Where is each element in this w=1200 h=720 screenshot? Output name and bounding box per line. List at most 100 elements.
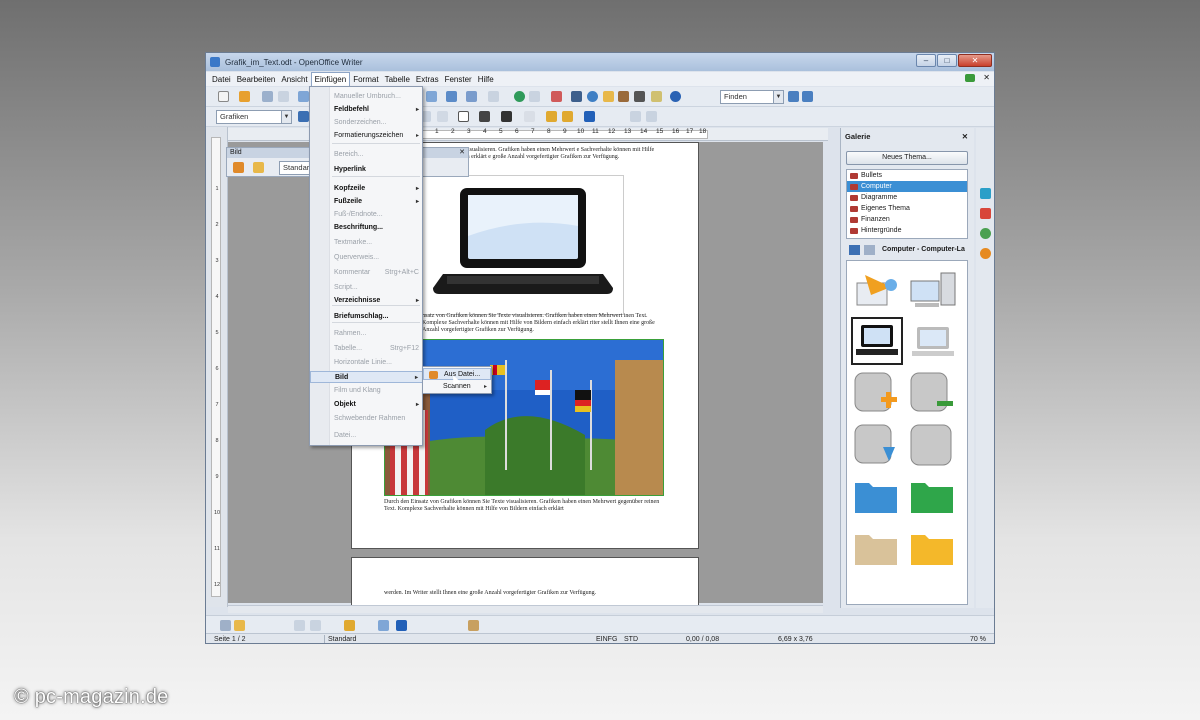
menu-hilfe[interactable]: Hilfe [475,73,497,86]
paragraph[interactable]: nsatz von Grafiken können Sie Texte visu… [422,313,662,334]
zoom-icon[interactable] [651,91,662,102]
ellipse-icon[interactable] [310,620,321,631]
paragraph[interactable]: Durch den Einsatz von Grafiken können Si… [384,499,664,513]
find-previous-icon[interactable] [802,91,813,102]
gallery-item-database-remove-icon[interactable] [907,369,959,417]
menu-item-objekt[interactable]: Objekt ▸ [310,399,423,411]
anchor-icon[interactable] [584,111,595,122]
chevron-down-icon[interactable]: ▼ [773,91,783,103]
gallery-deck-icon[interactable] [980,228,991,239]
theme-item[interactable]: Diagramme [847,192,967,203]
close-button[interactable]: ✕ [958,54,992,67]
extrusion-icon[interactable] [468,620,479,631]
menu-ansicht[interactable]: Ansicht [278,73,310,86]
edit-file-icon[interactable] [298,91,309,102]
save-icon[interactable] [262,91,273,102]
menu-datei[interactable]: Datei [209,73,234,86]
menu-bearbeiten[interactable]: Bearbeiten [234,73,279,86]
graphic-filter-icon[interactable] [233,162,244,173]
gallery-item-database-icon[interactable] [907,421,959,469]
table-icon[interactable] [529,91,540,102]
menu-extras[interactable]: Extras [413,73,442,86]
navigator-deck-icon[interactable] [980,248,991,259]
selection-mode[interactable]: STD [624,634,638,643]
gallery-item-blue-folder-icon[interactable] [851,473,903,521]
anchor-icon[interactable] [396,620,407,631]
chevron-down-icon[interactable]: ▼ [281,111,291,123]
properties-icon[interactable] [980,188,991,199]
laptop-image[interactable] [422,175,624,315]
navigator-icon[interactable] [587,91,598,102]
theme-item-selected[interactable]: Computer [847,181,967,192]
gallery-item-network-icon[interactable] [851,265,903,313]
close-icon[interactable]: ✕ [459,148,465,158]
minimize-button[interactable]: – [916,54,936,67]
menu-item-beschriftung[interactable]: Beschriftung... [310,222,423,234]
email-icon[interactable] [278,91,289,102]
gallery-item-laptop-black-icon[interactable] [851,317,903,365]
gallery-item-database-add-icon[interactable] [851,369,903,417]
gallery-item-yellow-folder-icon[interactable] [907,525,959,573]
line-icon[interactable] [234,620,245,631]
find-replace-icon[interactable] [571,91,582,102]
menu-tabelle[interactable]: Tabelle [382,73,413,86]
paragraph[interactable]: werden. Im Writer stellt Ihnen eine groß… [384,590,664,597]
close-icon[interactable]: ✕ [962,128,968,146]
gallery-item-green-folder-icon[interactable] [907,473,959,521]
help-icon[interactable] [670,91,681,102]
text-icon[interactable] [344,620,355,631]
borders-icon[interactable] [458,111,469,122]
page-style[interactable]: Standard [328,634,356,643]
insert-mode[interactable]: EINFG [596,634,617,643]
menu-item-hyperlink[interactable]: Hyperlink [310,164,423,176]
menu-item-kopfzeile[interactable]: Kopfzeile ▸ [310,183,423,195]
link-frames-icon[interactable] [630,111,641,122]
menu-einfuegen[interactable]: Einfügen [310,72,351,86]
zoom-level[interactable]: 70 % [970,634,986,643]
page-2[interactable]: werden. Im Writer stellt Ihnen eine groß… [351,557,699,607]
menu-item-fußzeile[interactable]: Fußzeile ▸ [310,196,423,208]
show-draw-functions-icon[interactable] [551,91,562,102]
theme-item[interactable]: Hintergründe [847,225,967,236]
gallery-item-beige-folder-icon[interactable] [851,525,903,573]
select-icon[interactable] [220,620,231,631]
menu-fenster[interactable]: Fenster [442,73,475,86]
page-indicator[interactable]: Seite 1 / 2 [214,634,246,643]
theme-item[interactable]: Eigenes Thema [847,203,967,214]
gallery-item-pc-icon[interactable] [907,265,959,313]
menu-item-bild[interactable]: Bild ▸ [310,371,423,383]
datasources-icon[interactable] [618,91,629,102]
gallery-icon[interactable] [603,91,614,102]
gallery-item-laptop-silver-icon[interactable] [907,317,959,365]
menu-item-briefumschlag[interactable]: Briefumschlag... [310,311,423,323]
new-document-icon[interactable] [218,91,229,102]
paragraph-style-combo[interactable]: Grafiken ▼ [216,110,292,124]
image-props-icon[interactable] [437,111,448,122]
open-icon[interactable] [239,91,250,102]
wrap-off-icon[interactable] [298,111,309,122]
beach-photo[interactable] [384,339,664,496]
menu-item-verzeichnisse[interactable]: Verzeichnisse ▸ [310,295,423,307]
gallery-item-database-download-icon[interactable] [851,421,903,469]
horizontal-scrollbar[interactable] [228,605,823,613]
redo-icon[interactable] [488,91,499,102]
find-input[interactable]: Finden ▼ [720,90,784,104]
theme-item[interactable]: Finanzen [847,214,967,225]
menu-item-formatierungszeichen[interactable]: Formatierungszeichen ▸ [310,130,423,142]
nonprinting-chars-icon[interactable] [634,91,645,102]
border-color-icon[interactable] [501,111,512,122]
theme-item[interactable]: Bullets [847,170,967,181]
bring-front-icon[interactable] [546,111,557,122]
icon-view-icon[interactable] [849,245,860,255]
close-document-icon[interactable]: ✕ [983,73,990,82]
rectangle-icon[interactable] [294,620,305,631]
unlink-frames-icon[interactable] [646,111,657,122]
line-style-icon[interactable] [479,111,490,122]
paste-icon[interactable] [426,91,437,102]
image-tools-icon[interactable] [253,162,264,173]
arrow-icon[interactable] [378,620,389,631]
background-color-icon[interactable] [524,111,535,122]
find-next-icon[interactable] [788,91,799,102]
styles-icon[interactable] [980,208,991,219]
menu-format[interactable]: Format [350,73,381,86]
